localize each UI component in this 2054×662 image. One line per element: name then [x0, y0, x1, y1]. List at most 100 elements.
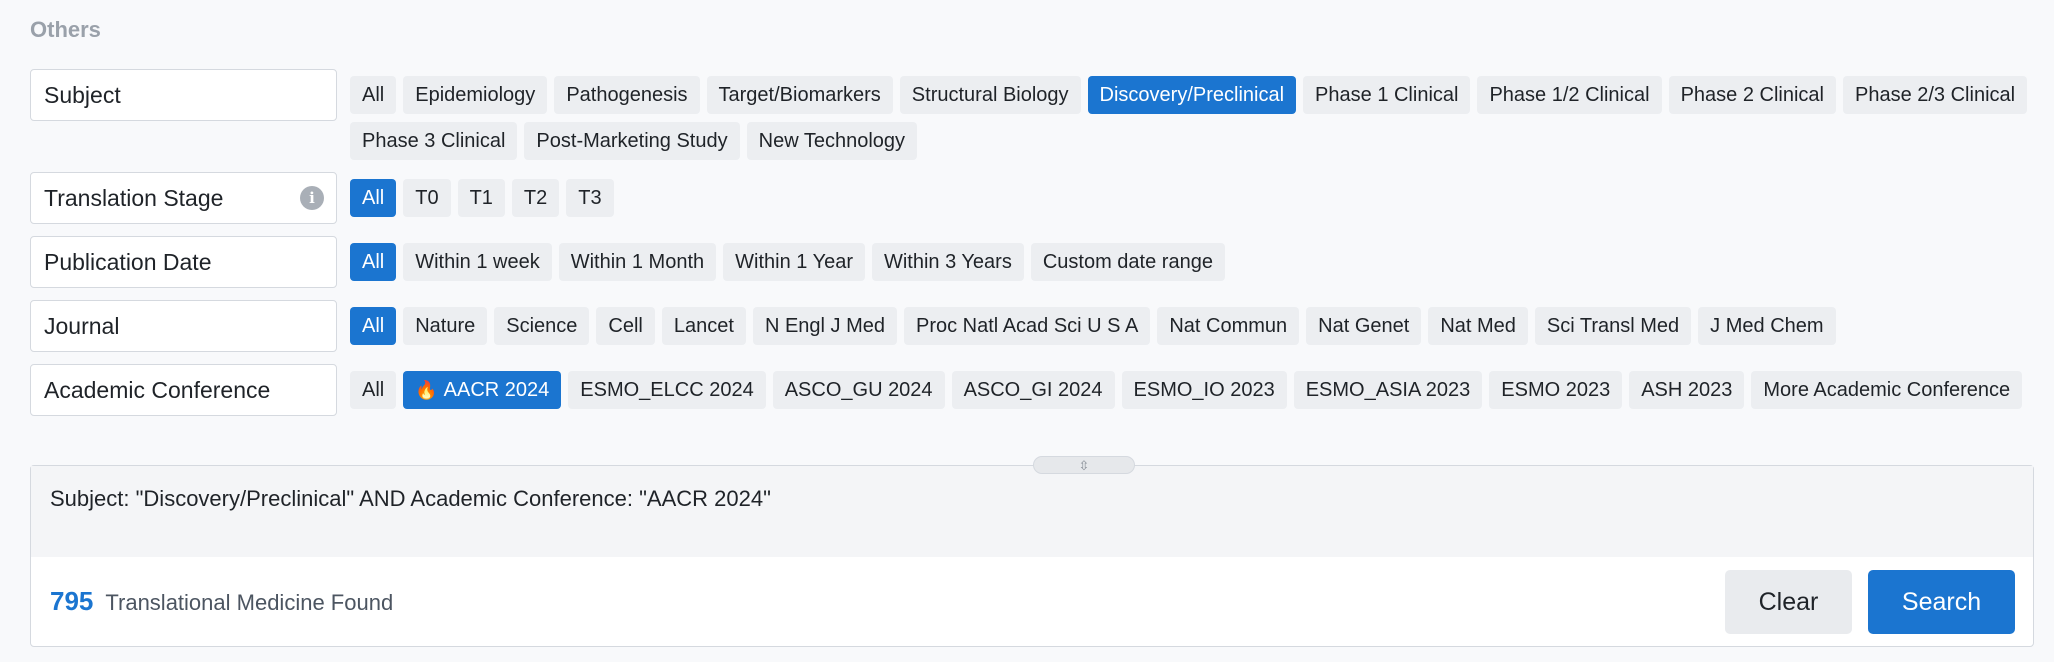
tag-subject-post-marketing-study[interactable]: Post-Marketing Study [524, 122, 739, 160]
tag-translation-stage-t2[interactable]: T2 [512, 179, 559, 217]
tag-journal-nat-commun[interactable]: Nat Commun [1157, 307, 1299, 345]
tag-journal-nature[interactable]: Nature [403, 307, 487, 345]
tag-label: Lancet [674, 315, 734, 338]
tag-journal-nat-genet[interactable]: Nat Genet [1306, 307, 1421, 345]
section-title: Others [30, 17, 101, 43]
subject-label-text: Subject [44, 82, 121, 109]
tag-label: Within 3 Years [884, 251, 1012, 274]
tag-academic-conference-esmo-asia-2023[interactable]: ESMO_ASIA 2023 [1294, 371, 1483, 409]
tag-label: Phase 1/2 Clinical [1489, 84, 1649, 107]
tag-journal-nat-med[interactable]: Nat Med [1428, 307, 1528, 345]
tag-label: Within 1 Year [735, 251, 853, 274]
tag-subject-discovery-preclinical[interactable]: Discovery/Preclinical [1088, 76, 1297, 114]
tag-subject-phase-2-clinical[interactable]: Phase 2 Clinical [1669, 76, 1836, 114]
tag-translation-stage-t1[interactable]: T1 [458, 179, 505, 217]
tag-label: Within 1 week [415, 251, 540, 274]
tag-academic-conference-asco-gu-2024[interactable]: ASCO_GU 2024 [773, 371, 945, 409]
academic-conference-tags: All🔥AACR 2024 ESMO_ELCC 2024 ASCO_GU 2024 A… [350, 364, 2050, 409]
filter-row-publication-date: Publication Date All Within 1 week Within … [30, 236, 2050, 288]
tag-label: ASH 2023 [1641, 379, 1732, 402]
tag-label: All [362, 84, 384, 107]
clear-button[interactable]: Clear [1725, 570, 1852, 634]
results-count: 795 [50, 586, 93, 617]
tag-academic-conference-ash-2023[interactable]: ASH 2023 [1629, 371, 1744, 409]
journal-label: Journal [30, 300, 337, 352]
tag-publication-date-custom-date-range[interactable]: Custom date range [1031, 243, 1225, 281]
tag-academic-conference-esmo-2023[interactable]: ESMO 2023 [1489, 371, 1622, 409]
resize-handle-icon[interactable]: ⇳ [1033, 456, 1135, 474]
tag-label: All [362, 251, 384, 274]
tag-journal-j-med-chem[interactable]: J Med Chem [1698, 307, 1835, 345]
tag-publication-date-within-1-week[interactable]: Within 1 week [403, 243, 552, 281]
tag-label: J Med Chem [1710, 315, 1823, 338]
tag-label: New Technology [759, 130, 905, 153]
filter-row-subject: Subject All Epidemiology Pathogenesis Targe… [30, 69, 2050, 160]
journal-label-text: Journal [44, 313, 119, 340]
tag-journal-proc-natl-acad-sci-u-s-a[interactable]: Proc Natl Acad Sci U S A [904, 307, 1150, 345]
tag-journal-cell[interactable]: Cell [596, 307, 654, 345]
tag-label: All [362, 315, 384, 338]
tag-subject-phase-1-clinical[interactable]: Phase 1 Clinical [1303, 76, 1470, 114]
translation-stage-label: Translation Stage i [30, 172, 337, 224]
tag-subject-phase-2-3-clinical[interactable]: Phase 2/3 Clinical [1843, 76, 2027, 114]
search-button[interactable]: Search [1868, 570, 2015, 634]
tag-publication-date-within-3-years[interactable]: Within 3 Years [872, 243, 1024, 281]
tag-subject-new-technology[interactable]: New Technology [747, 122, 917, 160]
tag-academic-conference-esmo-elcc-2024[interactable]: ESMO_ELCC 2024 [568, 371, 765, 409]
tag-label: ESMO_ELCC 2024 [580, 379, 753, 402]
tag-label: Phase 1 Clinical [1315, 84, 1458, 107]
tag-label: Post-Marketing Study [536, 130, 727, 153]
tag-publication-date-within-1-month[interactable]: Within 1 Month [559, 243, 716, 281]
publication-date-label: Publication Date [30, 236, 337, 288]
translation-stage-label-text: Translation Stage [44, 185, 223, 212]
tag-translation-stage-t0[interactable]: T0 [403, 179, 450, 217]
tag-label: Nat Commun [1169, 315, 1287, 338]
tag-publication-date-all[interactable]: All [350, 243, 396, 281]
results-summary: 795 Translational Medicine Found [50, 586, 393, 617]
tag-label: Pathogenesis [566, 84, 687, 107]
tag-label: Epidemiology [415, 84, 535, 107]
tag-label: Target/Biomarkers [719, 84, 881, 107]
tag-journal-all[interactable]: All [350, 307, 396, 345]
tag-academic-conference-aacr-2024[interactable]: 🔥AACR 2024 [403, 371, 561, 409]
query-text[interactable]: Subject: "Discovery/Preclinical" AND Aca… [31, 466, 2033, 557]
tag-journal-science[interactable]: Science [494, 307, 589, 345]
tag-journal-n-engl-j-med[interactable]: N Engl J Med [753, 307, 897, 345]
tag-label: Structural Biology [912, 84, 1069, 107]
tag-translation-stage-all[interactable]: All [350, 179, 396, 217]
tag-subject-epidemiology[interactable]: Epidemiology [403, 76, 547, 114]
tag-label: Sci Transl Med [1547, 315, 1679, 338]
tag-label: More Academic Conference [1763, 379, 2010, 402]
tag-label: Proc Natl Acad Sci U S A [916, 315, 1138, 338]
tag-label: N Engl J Med [765, 315, 885, 338]
tag-academic-conference-esmo-io-2023[interactable]: ESMO_IO 2023 [1122, 371, 1287, 409]
tag-label: Discovery/Preclinical [1100, 84, 1285, 107]
tag-subject-phase-3-clinical[interactable]: Phase 3 Clinical [350, 122, 517, 160]
tag-publication-date-within-1-year[interactable]: Within 1 Year [723, 243, 865, 281]
tag-academic-conference-asco-gi-2024[interactable]: ASCO_GI 2024 [952, 371, 1115, 409]
tag-subject-all[interactable]: All [350, 76, 396, 114]
info-icon[interactable]: i [300, 186, 324, 210]
publication-date-tags: All Within 1 week Within 1 Month Within 1 Y… [350, 236, 2050, 281]
subject-label: Subject [30, 69, 337, 121]
tag-label: Phase 2 Clinical [1681, 84, 1824, 107]
tag-label: T2 [524, 187, 547, 210]
tag-subject-structural-biology[interactable]: Structural Biology [900, 76, 1081, 114]
tag-subject-pathogenesis[interactable]: Pathogenesis [554, 76, 699, 114]
query-panel: Subject: "Discovery/Preclinical" AND Aca… [30, 465, 2034, 647]
tag-journal-sci-transl-med[interactable]: Sci Transl Med [1535, 307, 1691, 345]
tag-academic-conference-all[interactable]: All [350, 371, 396, 409]
tag-label: Science [506, 315, 577, 338]
journal-tags: All Nature Science Cell Lancet N Engl J Med Pr… [350, 300, 2050, 345]
tag-translation-stage-t3[interactable]: T3 [566, 179, 613, 217]
tag-academic-conference-more-academic-conference[interactable]: More Academic Conference [1751, 371, 2022, 409]
tag-label: T3 [578, 187, 601, 210]
tag-label: ASCO_GI 2024 [964, 379, 1103, 402]
tag-label: Phase 2/3 Clinical [1855, 84, 2015, 107]
tag-journal-lancet[interactable]: Lancet [662, 307, 746, 345]
tag-label: Nat Med [1440, 315, 1516, 338]
tag-subject-target-biomarkers[interactable]: Target/Biomarkers [707, 76, 893, 114]
academic-conference-label-text: Academic Conference [44, 377, 270, 404]
tag-subject-phase-1-2-clinical[interactable]: Phase 1/2 Clinical [1477, 76, 1661, 114]
tag-label: Nature [415, 315, 475, 338]
